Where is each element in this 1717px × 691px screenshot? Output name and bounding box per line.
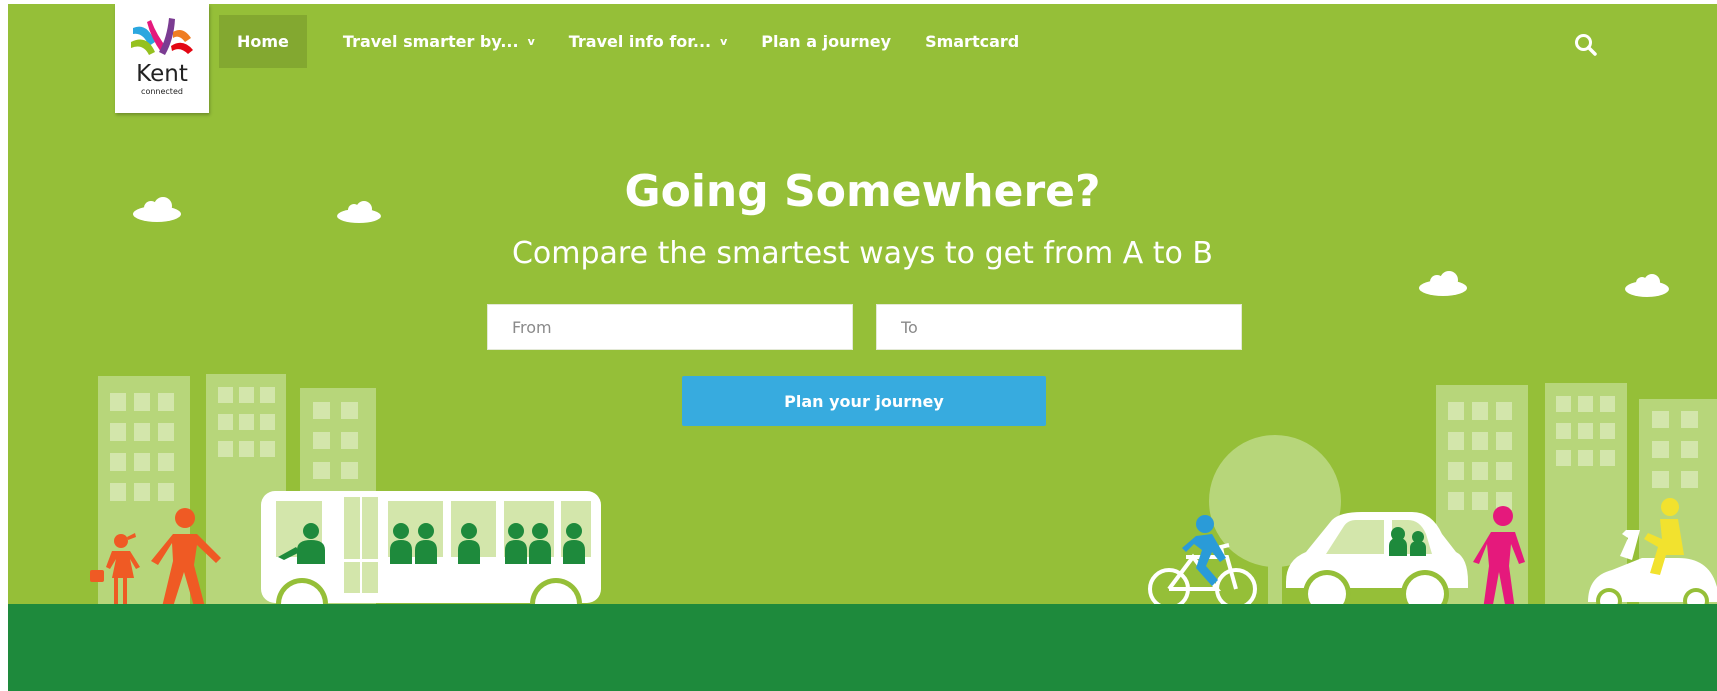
nav-smartcard[interactable]: Smartcard <box>925 15 1019 68</box>
ground <box>8 604 1717 691</box>
main-nav: Home Travel smarter by... v Travel info … <box>219 15 1053 68</box>
plan-journey-button[interactable]: Plan your journey <box>682 376 1046 426</box>
page-title: Going Somewhere? <box>624 166 1101 217</box>
nav-travel-smarter[interactable]: Travel smarter by... v <box>343 15 535 68</box>
page-subtitle: Compare the smartest ways to get from A … <box>511 236 1214 271</box>
logo[interactable]: Kent connected <box>115 4 209 113</box>
to-input[interactable] <box>876 304 1242 350</box>
nav-label: Home <box>237 32 289 51</box>
from-input[interactable] <box>487 304 853 350</box>
logo-subtitle: connected <box>141 87 183 96</box>
nav-plan-journey[interactable]: Plan a journey <box>761 15 891 68</box>
cloud-icon <box>1625 274 1669 297</box>
logo-mark-icon <box>131 18 193 55</box>
cloud-icon <box>1419 271 1467 296</box>
chevron-down-icon: v <box>527 35 535 48</box>
nav-label: Travel info for... <box>568 32 712 51</box>
nav-label: Plan a journey <box>761 32 892 51</box>
logo-title: Kent <box>136 61 188 87</box>
nav-label: Smartcard <box>925 32 1020 51</box>
search-button[interactable] <box>1573 32 1599 58</box>
chevron-down-icon: v <box>720 35 728 48</box>
nav-travel-info[interactable]: Travel info for... v <box>569 15 728 68</box>
hero-section: Kent connected Home Travel smarter by...… <box>8 4 1717 691</box>
nav-home[interactable]: Home <box>219 15 307 68</box>
search-icon <box>1575 34 1597 56</box>
nav-label: Travel smarter by... <box>342 32 519 51</box>
city-illustration <box>8 197 1717 691</box>
